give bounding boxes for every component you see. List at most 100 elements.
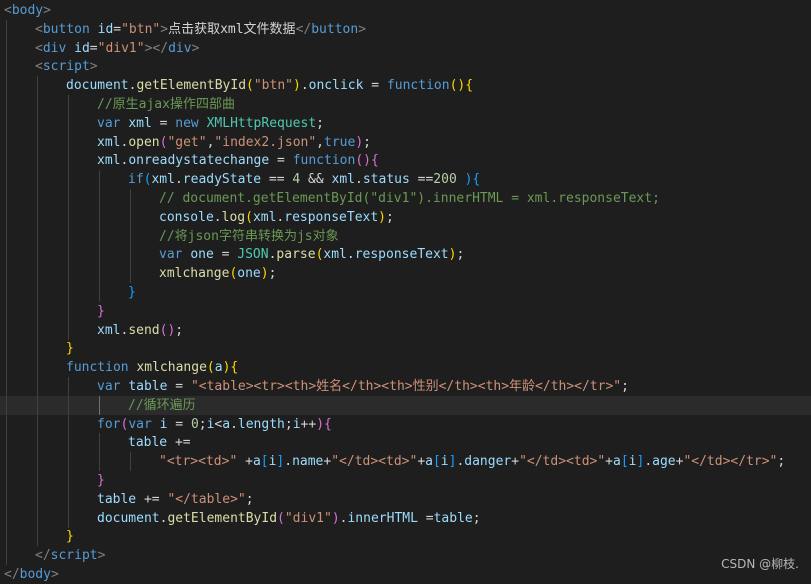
code-text: //原生ajax操作四部曲 — [97, 95, 235, 114]
code-token: "get" — [167, 134, 207, 150]
code-token: ) — [378, 209, 386, 225]
code-token: ( — [246, 78, 254, 94]
code-line[interactable]: </body> — [0, 565, 811, 584]
indent-guide — [68, 508, 69, 528]
code-line[interactable]: } — [0, 471, 811, 490]
indent-guide — [37, 151, 38, 171]
indent-guide — [6, 508, 7, 528]
code-text: </body> — [4, 565, 59, 584]
code-line[interactable]: xml.send(); — [0, 320, 811, 340]
code-line[interactable]: "<tr><td>" +a[i].name+"</td><td>"+a[i].d… — [0, 452, 811, 472]
code-token: var — [128, 416, 152, 432]
indent-guide — [68, 320, 69, 340]
code-line[interactable]: var one = JSON.parse(xml.responseText); — [0, 245, 811, 265]
code-line[interactable]: for(var i = 0;i<a.length;i++){ — [0, 414, 811, 434]
code-line[interactable]: //原生ajax操作四部曲 — [0, 95, 811, 114]
code-line[interactable]: // document.getElementById("div1").inner… — [0, 189, 811, 208]
code-line[interactable]: document.getElementById("div1").innerHTM… — [0, 508, 811, 528]
code-token: = — [167, 379, 191, 394]
indent-guide — [6, 151, 7, 171]
code-token: "</td><td>" — [519, 454, 606, 470]
code-token: div — [42, 40, 67, 56]
code-token: > — [89, 59, 98, 75]
indent-guide — [68, 132, 69, 152]
code-text: <div id="div1"></div> — [35, 39, 199, 58]
code-text: //循环遍历 — [128, 396, 196, 415]
code-token: </ — [4, 567, 20, 582]
code-line[interactable]: document.getElementById("btn").onclick =… — [0, 76, 811, 96]
code-line[interactable]: table += — [0, 433, 811, 453]
indent-guide — [130, 264, 131, 284]
code-token: ; — [316, 115, 324, 131]
code-line[interactable]: </script> — [0, 546, 811, 566]
code-token: ; — [386, 209, 394, 225]
code-token: innerHTML — [347, 510, 418, 526]
code-text: table += — [128, 433, 191, 452]
code-line[interactable]: xml.onreadystatechange = function(){ — [0, 151, 811, 171]
code-token: open — [128, 134, 160, 150]
code-line[interactable]: <button id="btn">点击获取xml文件数据</button> — [0, 19, 811, 39]
code-line[interactable]: if(xml.readyState == 4 && xml.status ==2… — [0, 170, 811, 190]
code-token: function — [386, 78, 450, 94]
indent-guide — [99, 189, 100, 208]
code-text: // document.getElementById("div1").inner… — [159, 189, 660, 208]
code-text: xml.onreadystatechange = function(){ — [97, 151, 379, 170]
indent-guide — [37, 339, 38, 359]
code-editor[interactable]: <body> <button id="btn">点击获取xml文件数据</butt… — [0, 0, 811, 582]
code-line[interactable]: } — [0, 339, 811, 359]
code-token: [ — [620, 454, 629, 470]
code-line[interactable]: table += "</table>"; — [0, 489, 811, 509]
code-token: if — [128, 172, 144, 188]
indent-guide — [37, 320, 38, 340]
code-text: </script> — [35, 546, 105, 565]
code-token: ){ — [456, 172, 481, 188]
code-token: name — [292, 454, 324, 470]
code-token: + — [605, 454, 613, 470]
code-line[interactable]: <body> — [0, 1, 811, 20]
code-token: += — [167, 435, 191, 451]
code-token: ( — [277, 510, 285, 526]
indent-guide — [37, 170, 38, 190]
code-token: = — [417, 510, 434, 526]
code-line[interactable]: var table = "<table><tr><th>姓名</th><th>性… — [0, 377, 811, 396]
code-line[interactable]: } — [0, 283, 811, 302]
code-token: responseText — [354, 247, 449, 263]
code-token: readyState — [182, 172, 262, 188]
indent-guide — [37, 527, 38, 547]
code-token: table — [433, 510, 473, 526]
indent-guide — [37, 283, 38, 302]
code-line[interactable]: function xmlchange(a){ — [0, 358, 811, 378]
code-line[interactable]: //将json字符串转换为js对象 — [0, 226, 811, 246]
code-token: a — [425, 454, 433, 470]
code-token: ) — [355, 134, 364, 150]
indent-guide — [99, 395, 100, 415]
code-line[interactable]: } — [0, 301, 811, 321]
indent-guide — [6, 339, 7, 359]
code-token: length — [237, 416, 285, 432]
indent-guide — [68, 264, 69, 284]
indent-guide — [37, 189, 38, 208]
code-token: id — [74, 40, 90, 56]
code-token: ; — [363, 134, 371, 150]
code-line[interactable]: <script> — [0, 57, 811, 77]
code-line[interactable]: <div id="div1"></div> — [0, 38, 811, 58]
code-token: } — [97, 473, 105, 488]
code-line[interactable]: xml.open("get","index2.json",true); — [0, 132, 811, 152]
indent-guide — [37, 245, 38, 265]
code-line[interactable]: } — [0, 527, 811, 547]
code-line[interactable]: var xml = new XMLHttpRequest; — [0, 113, 811, 133]
code-token: ; — [472, 510, 481, 526]
code-token: . — [355, 172, 363, 188]
code-token: ( — [206, 360, 215, 376]
indent-guide — [6, 320, 7, 340]
indent-guide — [68, 433, 69, 453]
code-line[interactable]: //循环遍历 — [0, 395, 811, 415]
code-token: "<tr><td>" — [159, 454, 238, 470]
code-token: console — [159, 209, 214, 225]
code-text: "<tr><td>" +a[i].name+"</td><td>"+a[i].d… — [159, 452, 785, 471]
code-line[interactable]: console.log(xml.responseText); — [0, 207, 811, 227]
code-line[interactable]: xmlchange(one); — [0, 264, 811, 284]
code-token: body — [19, 567, 51, 582]
indent-guide — [6, 19, 7, 39]
